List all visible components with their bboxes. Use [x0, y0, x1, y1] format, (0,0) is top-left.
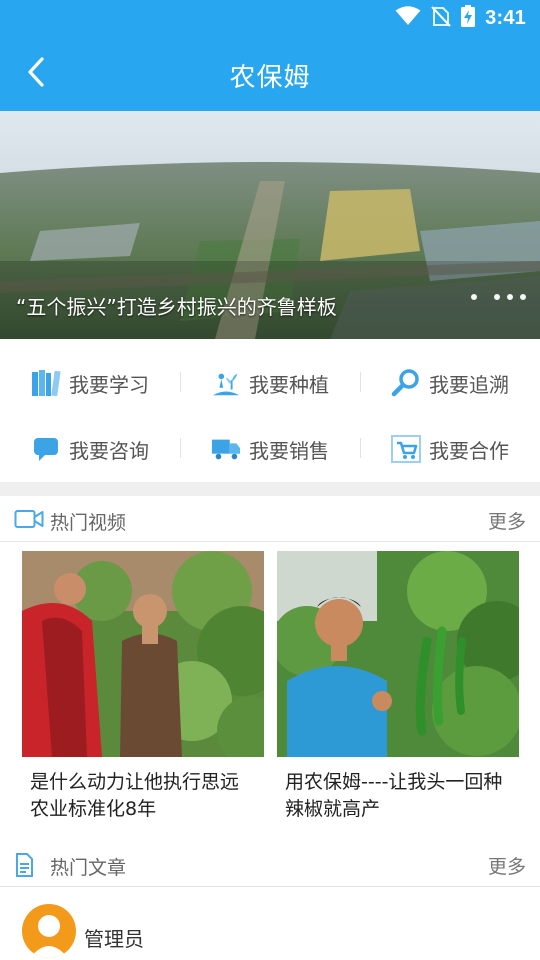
section-title: 热门文章 [50, 857, 127, 879]
video-thumbnail[interactable] [22, 551, 264, 757]
shopping-cart-icon [391, 434, 421, 464]
video-list: 是什么动力让他执行思远农业标准化8年 用农保姆----让我头一回种辣椒就高产 [0, 543, 540, 843]
video-card[interactable]: 是什么动力让他执行思远农业标准化8年 [22, 551, 264, 823]
banner-dot[interactable] [520, 294, 526, 300]
section-title: 热门视频 [50, 512, 127, 534]
section-divider [0, 482, 540, 496]
avatar [22, 904, 76, 958]
banner-pagination [471, 294, 526, 300]
truck-icon [211, 434, 241, 464]
quick-item-plant[interactable]: 我要种植 [180, 355, 360, 411]
document-icon [14, 853, 44, 877]
status-icons: 3:41 [395, 5, 526, 31]
quick-item-label: 我要合作 [429, 438, 509, 463]
app-bar: 农保姆 [0, 36, 540, 111]
battery-charging-icon [461, 5, 476, 31]
quick-item-label: 我要销售 [249, 438, 329, 463]
video-title: 用农保姆----让我头一回种辣椒就高产 [285, 771, 503, 820]
quick-menu-row: 我要学习 我要种植 我要追溯 [0, 355, 540, 411]
quick-item-label: 我要咨询 [69, 438, 149, 463]
video-card[interactable]: 用农保姆----让我头一回种辣椒就高产 [277, 551, 519, 823]
quick-item-consult[interactable]: 我要咨询 [0, 421, 180, 477]
quick-item-label: 我要学习 [69, 372, 149, 397]
banner-carousel[interactable]: “五个振兴”打造乡村振兴的齐鲁样板 [0, 111, 540, 339]
quick-item-label: 我要种植 [249, 372, 329, 397]
banner-dot[interactable] [507, 294, 513, 300]
quick-item-label: 我要追溯 [429, 372, 509, 397]
page-title: 农保姆 [229, 63, 311, 93]
no-sim-icon [431, 5, 451, 31]
quick-item-trace[interactable]: 我要追溯 [360, 355, 540, 411]
status-bar: 3:41 [0, 0, 540, 36]
quick-menu-row: 我要咨询 我要销售 我要合作 [0, 421, 540, 477]
video-title: 是什么动力让他执行思远农业标准化8年 [30, 771, 240, 820]
books-icon [31, 368, 61, 398]
banner-dot[interactable] [494, 294, 500, 300]
hot-articles-header: 热门文章 更多 [0, 841, 540, 887]
quick-item-cooperate[interactable]: 我要合作 [360, 421, 540, 477]
chat-bubble-icon [31, 434, 61, 464]
banner-dot[interactable] [471, 294, 477, 300]
magnifier-icon [391, 368, 421, 398]
video-camera-icon [14, 508, 44, 530]
banner-caption: “五个振兴”打造乡村振兴的齐鲁样板 [16, 295, 337, 319]
app-screen: 3:41 农保姆 “五个振兴”打造乡村振兴的齐鲁样板 我要学习 我要种植 我要追… [0, 0, 540, 960]
wifi-icon [395, 6, 421, 30]
planting-icon [211, 368, 241, 398]
more-articles-link[interactable]: 更多 [488, 852, 526, 879]
hot-videos-header: 热门视频 更多 [0, 496, 540, 542]
video-thumbnail[interactable] [277, 551, 519, 757]
article-item[interactable]: 管理员 [0, 887, 540, 960]
top-bar: 3:41 农保姆 [0, 0, 540, 111]
quick-menu: 我要学习 我要种植 我要追溯 我要咨询 我要销售 我要合作 [0, 339, 540, 482]
more-videos-link[interactable]: 更多 [488, 507, 526, 534]
author-name: 管理员 [84, 927, 144, 951]
status-time: 3:41 [485, 6, 526, 29]
quick-item-sell[interactable]: 我要销售 [180, 421, 360, 477]
quick-item-learn[interactable]: 我要学习 [0, 355, 180, 411]
